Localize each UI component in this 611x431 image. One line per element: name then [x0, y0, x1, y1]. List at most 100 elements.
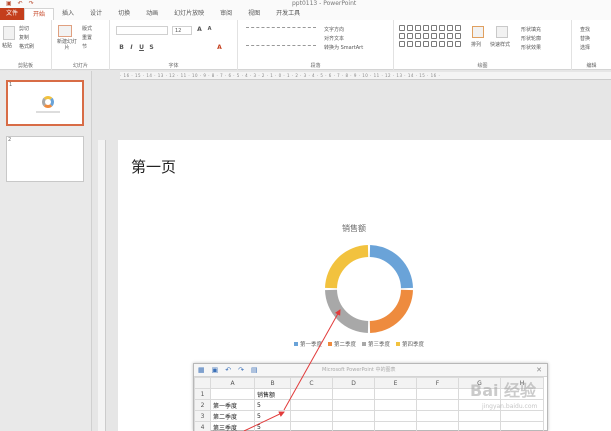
cell[interactable]	[290, 421, 333, 431]
shadow-button[interactable]: S	[148, 44, 155, 51]
copy-button[interactable]: 复制	[19, 34, 29, 41]
cell[interactable]	[458, 421, 501, 431]
font-size-combobox[interactable]: 12	[172, 26, 192, 35]
cell[interactable]: 5	[254, 410, 291, 422]
cell[interactable]: 5	[254, 421, 291, 431]
cell[interactable]	[416, 399, 459, 411]
cell[interactable]	[374, 421, 417, 431]
slide-thumbnail-1[interactable]: 1	[6, 80, 84, 126]
tab-slideshow[interactable]: 幻灯片放映	[166, 8, 212, 20]
cell[interactable]	[210, 388, 255, 400]
tab-design[interactable]: 设计	[82, 8, 110, 20]
corner-cell[interactable]	[194, 377, 211, 389]
grid-icon[interactable]: ▦	[198, 364, 205, 377]
align-buttons[interactable]	[246, 45, 316, 52]
donut-slice-1[interactable]	[369, 245, 413, 289]
column-header[interactable]: F	[416, 377, 459, 389]
redo-icon[interactable]: ↷	[29, 0, 34, 8]
redo-icon[interactable]: ↷	[238, 364, 244, 377]
arrange-icon[interactable]	[472, 26, 484, 38]
new-slide-icon[interactable]	[58, 25, 72, 37]
tab-transitions[interactable]: 切换	[110, 8, 138, 20]
slide-thumbnail-2[interactable]: 2	[6, 136, 84, 182]
underline-button[interactable]: U	[138, 44, 145, 51]
row-header[interactable]: 1	[194, 388, 211, 400]
tab-animations[interactable]: 动画	[138, 8, 166, 20]
cut-button[interactable]: 剪切	[19, 25, 29, 32]
slide-title[interactable]: 第一页	[131, 156, 176, 177]
cell[interactable]: 5	[254, 399, 291, 411]
shape-effects-button[interactable]: 形状效果	[521, 44, 541, 51]
font-name-combobox[interactable]	[116, 26, 168, 35]
tab-developer[interactable]: 开发工具	[268, 8, 308, 20]
undo-icon[interactable]: ↶	[225, 364, 231, 377]
arrange-button[interactable]: 排列	[471, 41, 481, 48]
tab-review[interactable]: 审阅	[212, 8, 240, 20]
row-header[interactable]: 3	[194, 410, 211, 422]
row-header[interactable]: 2	[194, 399, 211, 411]
donut-slice-3[interactable]	[325, 289, 369, 333]
column-header[interactable]: C	[290, 377, 333, 389]
tab-file[interactable]: 文件	[0, 8, 25, 20]
cell[interactable]	[416, 421, 459, 431]
tab-home[interactable]: 开始	[24, 8, 55, 20]
paste-icon[interactable]	[3, 26, 15, 40]
decrease-font-icon[interactable]: A	[206, 26, 213, 33]
undo-icon[interactable]: ↶	[18, 0, 23, 8]
cell[interactable]: 第三季度	[210, 421, 255, 431]
cell[interactable]	[458, 410, 501, 422]
cell[interactable]: 销售额	[254, 388, 291, 400]
cell[interactable]	[290, 410, 333, 422]
cell[interactable]: 第一季度	[210, 399, 255, 411]
list-buttons[interactable]	[246, 27, 316, 34]
cell[interactable]	[332, 410, 375, 422]
italic-button[interactable]: I	[128, 44, 135, 51]
cell[interactable]	[332, 388, 375, 400]
align-text-button[interactable]: 对齐文本	[324, 35, 344, 42]
bold-button[interactable]: B	[118, 44, 125, 51]
row-header[interactable]: 4	[194, 421, 211, 431]
select-button[interactable]: 选择	[580, 44, 590, 51]
cell[interactable]	[374, 399, 417, 411]
cell[interactable]	[374, 410, 417, 422]
cell[interactable]: 第二季度	[210, 410, 255, 422]
save-icon[interactable]: ▣	[6, 0, 12, 8]
shape-outline-button[interactable]: 形状轮廓	[521, 35, 541, 42]
cell[interactable]	[416, 388, 459, 400]
chart-title[interactable]: 销售额	[342, 223, 366, 234]
donut-slice-2[interactable]	[369, 289, 413, 333]
increase-font-icon[interactable]: A	[196, 26, 203, 33]
tab-view[interactable]: 视图	[240, 8, 268, 20]
cell[interactable]	[374, 388, 417, 400]
column-header[interactable]: D	[332, 377, 375, 389]
layout-button[interactable]: 版式	[82, 25, 92, 32]
paste-button[interactable]: 粘贴	[2, 42, 12, 49]
cell[interactable]	[332, 421, 375, 431]
replace-button[interactable]: 替换	[580, 35, 590, 42]
quick-styles-button[interactable]: 快速样式	[490, 41, 510, 48]
close-icon[interactable]: ✕	[536, 364, 542, 377]
column-header[interactable]: B	[254, 377, 291, 389]
column-header[interactable]: E	[374, 377, 417, 389]
cell[interactable]	[500, 410, 544, 422]
cell[interactable]	[290, 399, 333, 411]
new-slide-button[interactable]: 新建幻灯片	[55, 39, 79, 51]
donut-chart[interactable]	[322, 242, 416, 336]
column-header[interactable]: A	[210, 377, 255, 389]
font-color-button[interactable]: A	[216, 44, 223, 51]
format-painter-button[interactable]: 格式刷	[19, 43, 34, 50]
shapes-gallery[interactable]	[398, 24, 462, 56]
tab-insert[interactable]: 插入	[54, 8, 82, 20]
cell[interactable]	[500, 421, 544, 431]
edit-data-icon[interactable]: ▤	[251, 364, 258, 377]
reset-button[interactable]: 重置	[82, 34, 92, 41]
text-direction-button[interactable]: 文字方向	[324, 26, 344, 33]
save-icon[interactable]: ▣	[212, 364, 219, 377]
donut-slice-4[interactable]	[325, 245, 369, 289]
cell[interactable]	[332, 399, 375, 411]
convert-smartart-button[interactable]: 转换为 SmartArt	[324, 44, 363, 51]
cell[interactable]	[416, 410, 459, 422]
section-button[interactable]: 节	[82, 43, 87, 50]
quick-styles-icon[interactable]	[496, 26, 508, 38]
shape-fill-button[interactable]: 形状填充	[521, 26, 541, 33]
